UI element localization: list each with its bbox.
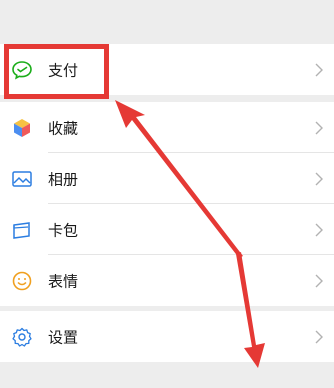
highlight-box <box>4 44 109 99</box>
chevron-right-icon <box>314 330 324 344</box>
menu-item-stickers-label: 表情 <box>48 272 79 290</box>
menu-item-cards-label: 卡包 <box>48 221 79 239</box>
menu-item-settings-label: 设置 <box>48 328 79 346</box>
chevron-right-icon <box>314 121 324 135</box>
menu-item-favorites[interactable]: 收藏 <box>0 102 334 153</box>
menu-item-settings[interactable]: 设置 <box>0 311 334 362</box>
menu-item-stickers[interactable]: 表情 <box>0 255 334 306</box>
menu-item-favorites-label: 收藏 <box>48 119 79 137</box>
settings-group: 设置 <box>0 311 334 362</box>
gear-icon <box>11 326 33 348</box>
picture-icon <box>11 168 33 190</box>
menu-item-album-label: 相册 <box>48 170 79 188</box>
wallet-card-icon <box>11 219 33 241</box>
chevron-right-icon <box>314 274 324 288</box>
menu-item-cards[interactable]: 卡包 <box>0 204 334 255</box>
chevron-right-icon <box>314 172 324 186</box>
cube-icon <box>11 117 33 139</box>
features-group: 收藏 相册 卡包 表情 <box>0 102 334 306</box>
chevron-right-icon <box>314 63 324 77</box>
smiley-icon <box>11 270 33 292</box>
menu-item-album[interactable]: 相册 <box>0 153 334 204</box>
chevron-right-icon <box>314 223 324 237</box>
